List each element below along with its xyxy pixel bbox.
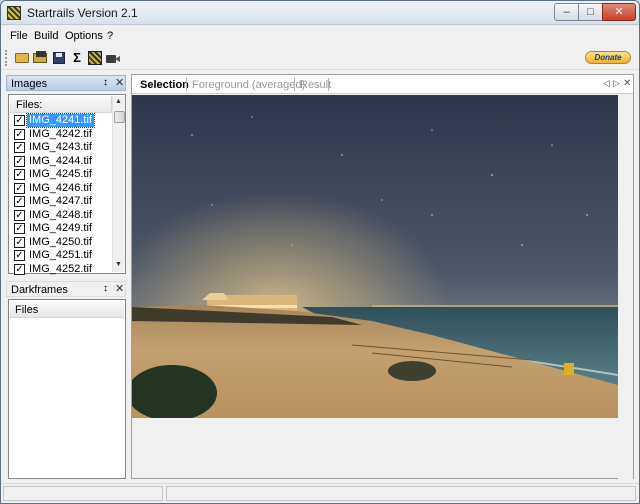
list-item[interactable]: ✓ IMG_4244.tif xyxy=(10,155,112,169)
images-panel-titlebar[interactable]: Images ↕ ✕ xyxy=(6,75,126,91)
scroll-thumb[interactable] xyxy=(114,111,125,123)
preview-image xyxy=(132,95,618,418)
tab-foreground-averaged[interactable]: Foreground (averaged) xyxy=(192,79,305,91)
scroll-down-icon[interactable]: ▼ xyxy=(115,261,122,268)
list-item[interactable]: ✓ IMG_4241.tif xyxy=(10,113,112,128)
images-file-list-panel: Files: ✓ IMG_4241.tif ✓ IMG_4242.tif ✓ IMG_42… xyxy=(8,94,126,277)
startrails-icon[interactable] xyxy=(87,50,103,66)
list-item[interactable]: ✓ IMG_4242.tif xyxy=(10,128,112,142)
tab-divider xyxy=(328,78,329,91)
file-list-scrollbar[interactable]: ▲ ▼ xyxy=(112,96,125,272)
list-item[interactable]: ✓ IMG_4251.tif xyxy=(10,249,112,263)
close-button[interactable]: ✕ xyxy=(602,3,636,21)
status-cell-right xyxy=(166,486,636,501)
menu-bar: File Build Options ? xyxy=(1,26,639,46)
toolbar-grip[interactable] xyxy=(5,50,8,66)
tab-selection[interactable]: Selection xyxy=(140,79,189,91)
file-checkbox[interactable]: ✓ xyxy=(14,250,25,261)
file-checkbox[interactable]: ✓ xyxy=(14,236,25,248)
list-item[interactable]: ✓ IMG_4246.tif xyxy=(10,182,112,196)
file-checkbox[interactable]: ✓ xyxy=(14,128,25,140)
pin-icon[interactable]: ↕ xyxy=(103,77,108,88)
darkframes-files-column-header[interactable]: Files xyxy=(10,301,124,318)
file-name: IMG_4249.tif xyxy=(29,222,92,234)
file-list: ✓ IMG_4241.tif ✓ IMG_4242.tif ✓ IMG_4243.tif ✓… xyxy=(10,113,112,277)
sigma-icon[interactable]: Σ xyxy=(69,50,85,66)
list-item[interactable]: ✓ IMG_4252.tif xyxy=(10,263,112,277)
images-panel-title: Images xyxy=(11,78,48,90)
menu-build[interactable]: Build xyxy=(34,30,58,42)
file-name: IMG_4245.tif xyxy=(29,168,92,180)
file-name: IMG_4242.tif xyxy=(29,127,92,140)
pin-icon[interactable]: ↕ xyxy=(103,283,108,294)
file-name: IMG_4246.tif xyxy=(29,181,92,194)
status-cell-left xyxy=(3,486,163,501)
startrails-app-icon xyxy=(7,6,21,20)
menu-options[interactable]: Options xyxy=(65,30,103,42)
tab-result[interactable]: Result xyxy=(300,79,331,91)
tab-divider xyxy=(294,78,295,91)
document-side-gutter xyxy=(618,95,633,479)
darkframes-panel-titlebar[interactable]: Darkframes ↕ ✕ xyxy=(6,281,126,297)
file-name: IMG_4243.tif xyxy=(29,141,92,153)
list-item[interactable]: ✓ IMG_4247.tif xyxy=(10,195,112,209)
files-column-label: Files: xyxy=(16,99,43,111)
file-checkbox[interactable]: ✓ xyxy=(14,182,25,194)
darkframes-files-label: Files xyxy=(15,304,39,316)
file-checkbox[interactable]: ✓ xyxy=(14,115,25,126)
tab-close-icon[interactable]: ✕ xyxy=(623,78,631,89)
file-name: IMG_4247.tif xyxy=(29,195,92,207)
file-name: IMG_4251.tif xyxy=(29,249,92,261)
window-title: Startrails Version 2.1 xyxy=(27,6,138,20)
menu-help[interactable]: ? xyxy=(107,30,113,42)
file-name: IMG_4244.tif xyxy=(29,154,92,167)
minimize-button[interactable]: – xyxy=(554,3,579,21)
menu-file[interactable]: File xyxy=(10,30,28,42)
document-area: Selection Foreground (averaged) Result ◁… xyxy=(131,74,634,479)
video-icon[interactable] xyxy=(105,50,121,66)
open-folder-icon[interactable] xyxy=(14,50,30,66)
tab-next-icon[interactable]: ▷ xyxy=(613,78,620,89)
file-name: IMG_4241.tif xyxy=(26,113,95,128)
file-checkbox[interactable]: ✓ xyxy=(14,263,25,275)
tab-divider xyxy=(186,78,187,91)
file-name: IMG_4250.tif xyxy=(29,235,92,248)
list-item[interactable]: ✓ IMG_4249.tif xyxy=(10,222,112,236)
close-icon[interactable]: ✕ xyxy=(115,282,124,295)
file-checkbox[interactable]: ✓ xyxy=(14,169,25,180)
list-item[interactable]: ✓ IMG_4248.tif xyxy=(10,209,112,223)
document-tab-bar: Selection Foreground (averaged) Result ◁… xyxy=(132,75,633,94)
darkframes-file-list-panel: Files xyxy=(8,299,126,479)
maximize-button[interactable]: □ xyxy=(578,3,603,21)
open-darkframes-icon[interactable] xyxy=(32,50,48,66)
file-name: IMG_4252.tif xyxy=(29,262,92,275)
tab-prev-icon[interactable]: ◁ xyxy=(603,78,610,89)
toolbar: Σ Donate xyxy=(1,46,639,70)
file-checkbox[interactable]: ✓ xyxy=(14,155,25,167)
list-item[interactable]: ✓ IMG_4245.tif xyxy=(10,168,112,182)
files-column-header[interactable]: Files: xyxy=(10,96,112,113)
scroll-up-icon[interactable]: ▲ xyxy=(115,98,122,105)
night-beach-photo xyxy=(132,95,618,418)
donate-button[interactable]: Donate xyxy=(585,51,631,64)
file-checkbox[interactable]: ✓ xyxy=(14,209,25,221)
save-icon[interactable] xyxy=(51,50,67,66)
app-window: Startrails Version 2.1 – □ ✕ File Build … xyxy=(0,0,640,504)
status-bar xyxy=(1,483,639,503)
list-item[interactable]: ✓ IMG_4250.tif xyxy=(10,236,112,250)
title-bar[interactable]: Startrails Version 2.1 – □ ✕ xyxy=(1,1,639,25)
file-checkbox[interactable]: ✓ xyxy=(14,223,25,234)
file-checkbox[interactable]: ✓ xyxy=(14,142,25,153)
file-name: IMG_4248.tif xyxy=(29,208,92,221)
darkframes-panel-title: Darkframes xyxy=(11,284,68,296)
file-checkbox[interactable]: ✓ xyxy=(14,196,25,207)
close-icon[interactable]: ✕ xyxy=(115,76,124,89)
list-item[interactable]: ✓ IMG_4243.tif xyxy=(10,141,112,155)
